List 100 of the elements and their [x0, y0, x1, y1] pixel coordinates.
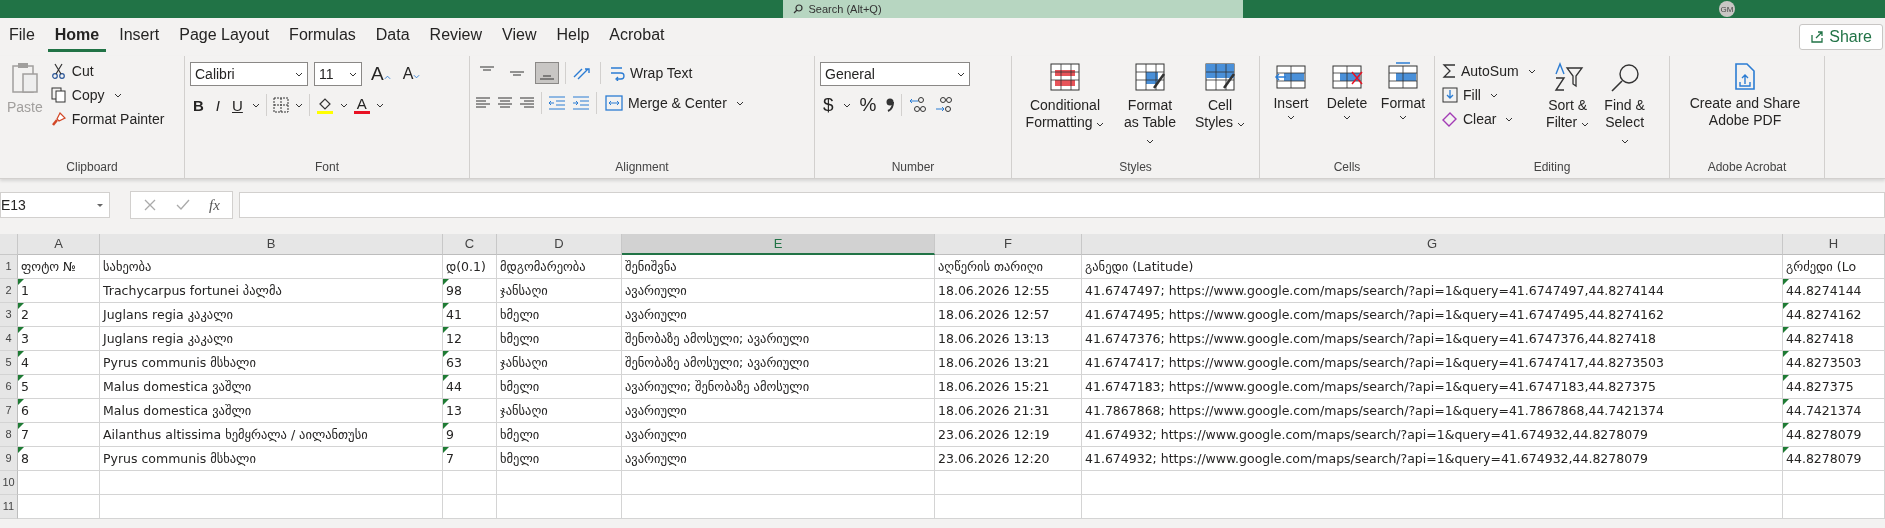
column-header[interactable]: G: [1082, 234, 1783, 255]
merge-center-button[interactable]: Merge & Center: [603, 92, 746, 114]
wrap-text-button[interactable]: Wrap Text: [607, 62, 695, 84]
row-header[interactable]: 9: [0, 447, 18, 471]
column-header[interactable]: F: [935, 234, 1082, 255]
clear-button[interactable]: Clear: [1440, 108, 1538, 130]
increase-indent-icon[interactable]: [572, 96, 590, 110]
decrease-indent-icon[interactable]: [548, 96, 566, 110]
comma-style-icon[interactable]: [885, 97, 896, 113]
currency-button[interactable]: $: [820, 94, 837, 116]
ribbon-tab[interactable]: View: [495, 22, 544, 52]
table-cell: ხმელი: [500, 307, 540, 322]
font-name-field[interactable]: Calibri: [190, 62, 308, 86]
cells-button[interactable]: Insert: [1265, 60, 1317, 122]
font-color-button[interactable]: A: [353, 96, 370, 114]
align-left-icon[interactable]: [475, 96, 491, 110]
column-header[interactable]: E: [622, 234, 935, 255]
row-header[interactable]: 5: [0, 351, 18, 375]
row-header[interactable]: 6: [0, 375, 18, 399]
borders-icon[interactable]: [272, 97, 289, 113]
empty-cell[interactable]: [1783, 471, 1885, 495]
style-button[interactable]: Cell Styles: [1187, 60, 1253, 133]
column-header[interactable]: A: [18, 234, 100, 255]
bold-button[interactable]: B: [190, 96, 207, 114]
select-all-corner[interactable]: [0, 234, 18, 255]
row-header[interactable]: 11: [0, 495, 18, 519]
table-cell: 44.827418: [1786, 331, 1854, 346]
empty-cell[interactable]: [935, 495, 1082, 519]
fill-color-icon[interactable]: [315, 96, 334, 114]
ribbon-tab[interactable]: File: [2, 22, 42, 52]
ribbon-tab[interactable]: Acrobat: [602, 22, 672, 52]
format-painter-button[interactable]: Format Painter: [48, 108, 167, 130]
autosum-button[interactable]: AutoSum: [1440, 60, 1538, 82]
ribbon-tab[interactable]: Review: [422, 22, 490, 52]
column-header[interactable]: C: [443, 234, 497, 255]
column-header[interactable]: B: [100, 234, 443, 255]
row-header[interactable]: 8: [0, 423, 18, 447]
table-cell: 44.8274144: [1786, 283, 1862, 298]
fill-button[interactable]: Fill: [1440, 84, 1538, 106]
row-header[interactable]: 10: [0, 471, 18, 495]
align-right-icon[interactable]: [519, 96, 535, 110]
empty-cell[interactable]: [622, 495, 935, 519]
ribbon-tab[interactable]: Data: [368, 22, 417, 52]
empty-cell[interactable]: [100, 495, 443, 519]
cells-button[interactable]: Format: [1377, 60, 1429, 122]
table-cell: სახეობა: [103, 259, 152, 274]
vertical-align-button[interactable]: [535, 62, 559, 84]
style-button[interactable]: Format as Table: [1117, 60, 1183, 150]
column-header[interactable]: H: [1783, 234, 1885, 255]
increase-decimal-icon[interactable]: [908, 96, 929, 114]
ribbon-tab[interactable]: Home: [47, 22, 107, 52]
number-format-field[interactable]: General: [820, 62, 970, 86]
table-brush-icon: [1134, 62, 1166, 94]
ribbon-tab[interactable]: Page Layout: [172, 22, 277, 52]
ribbon-tab[interactable]: Insert: [112, 22, 167, 52]
ribbon-tab[interactable]: Formulas: [282, 22, 363, 52]
cells-button[interactable]: Delete: [1321, 60, 1373, 122]
row-header[interactable]: 4: [0, 327, 18, 351]
table-cell: ხმელი: [500, 331, 540, 346]
decrease-decimal-icon[interactable]: [934, 96, 955, 114]
find-select-button[interactable]: Find & Select: [1597, 60, 1652, 150]
row-header[interactable]: 3: [0, 303, 18, 327]
formula-field[interactable]: [238, 192, 1885, 218]
empty-cell[interactable]: [622, 471, 935, 495]
cut-button[interactable]: Cut: [48, 60, 167, 82]
percent-button[interactable]: %: [856, 94, 880, 116]
empty-cell[interactable]: [935, 471, 1082, 495]
cancel-icon[interactable]: [143, 198, 157, 212]
caret-icon: [375, 102, 384, 108]
table-cell: 18.06.2026 15:21: [938, 379, 1050, 394]
empty-cell[interactable]: [1082, 471, 1783, 495]
copy-button[interactable]: Copy: [48, 84, 167, 106]
row-header[interactable]: 7: [0, 399, 18, 423]
name-box[interactable]: E13: [0, 192, 110, 218]
checkmark-icon[interactable]: [175, 198, 191, 212]
sort-filter-button[interactable]: Sort & Filter: [1541, 60, 1594, 133]
empty-cell[interactable]: [443, 495, 497, 519]
grow-font-button[interactable]: A: [368, 63, 394, 85]
empty-cell[interactable]: [497, 471, 622, 495]
search-field[interactable]: Search (Alt+Q): [782, 0, 1243, 18]
ribbon-tab[interactable]: Help: [549, 22, 597, 52]
empty-cell[interactable]: [443, 471, 497, 495]
empty-cell[interactable]: [497, 495, 622, 519]
table-cell: 18.06.2026 13:21: [938, 355, 1050, 370]
user-avatar[interactable]: GM: [1719, 1, 1735, 17]
share-button[interactable]: Share: [1799, 24, 1883, 50]
font-size-field[interactable]: 11: [314, 62, 362, 86]
create-pdf-button[interactable]: Create and Share Adobe PDF: [1675, 60, 1815, 131]
underline-button[interactable]: U: [229, 96, 246, 114]
row-header[interactable]: 1: [0, 255, 18, 279]
italic-button[interactable]: I: [212, 96, 223, 114]
column-header[interactable]: D: [497, 234, 622, 255]
style-button[interactable]: Conditional Formatting: [1017, 60, 1113, 133]
empty-cell[interactable]: [100, 471, 443, 495]
empty-cell[interactable]: [1783, 495, 1885, 519]
insert-function-button[interactable]: fx: [209, 196, 220, 214]
row-header[interactable]: 2: [0, 279, 18, 303]
empty-cell[interactable]: [1082, 495, 1783, 519]
align-center-icon[interactable]: [497, 96, 513, 110]
shrink-font-button[interactable]: A: [399, 65, 424, 83]
